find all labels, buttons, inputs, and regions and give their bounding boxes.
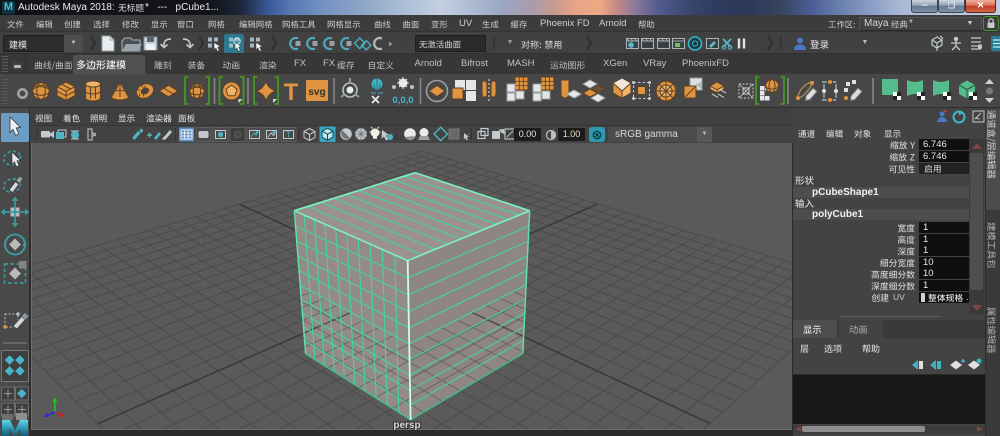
svg-text:0,0,0: 0,0,0 bbox=[392, 95, 413, 106]
svg-text:T: T bbox=[286, 131, 291, 140]
svg-text:persp: persp bbox=[393, 420, 420, 430]
svg-text:T: T bbox=[284, 79, 299, 106]
svg-text:svg: svg bbox=[308, 87, 325, 98]
